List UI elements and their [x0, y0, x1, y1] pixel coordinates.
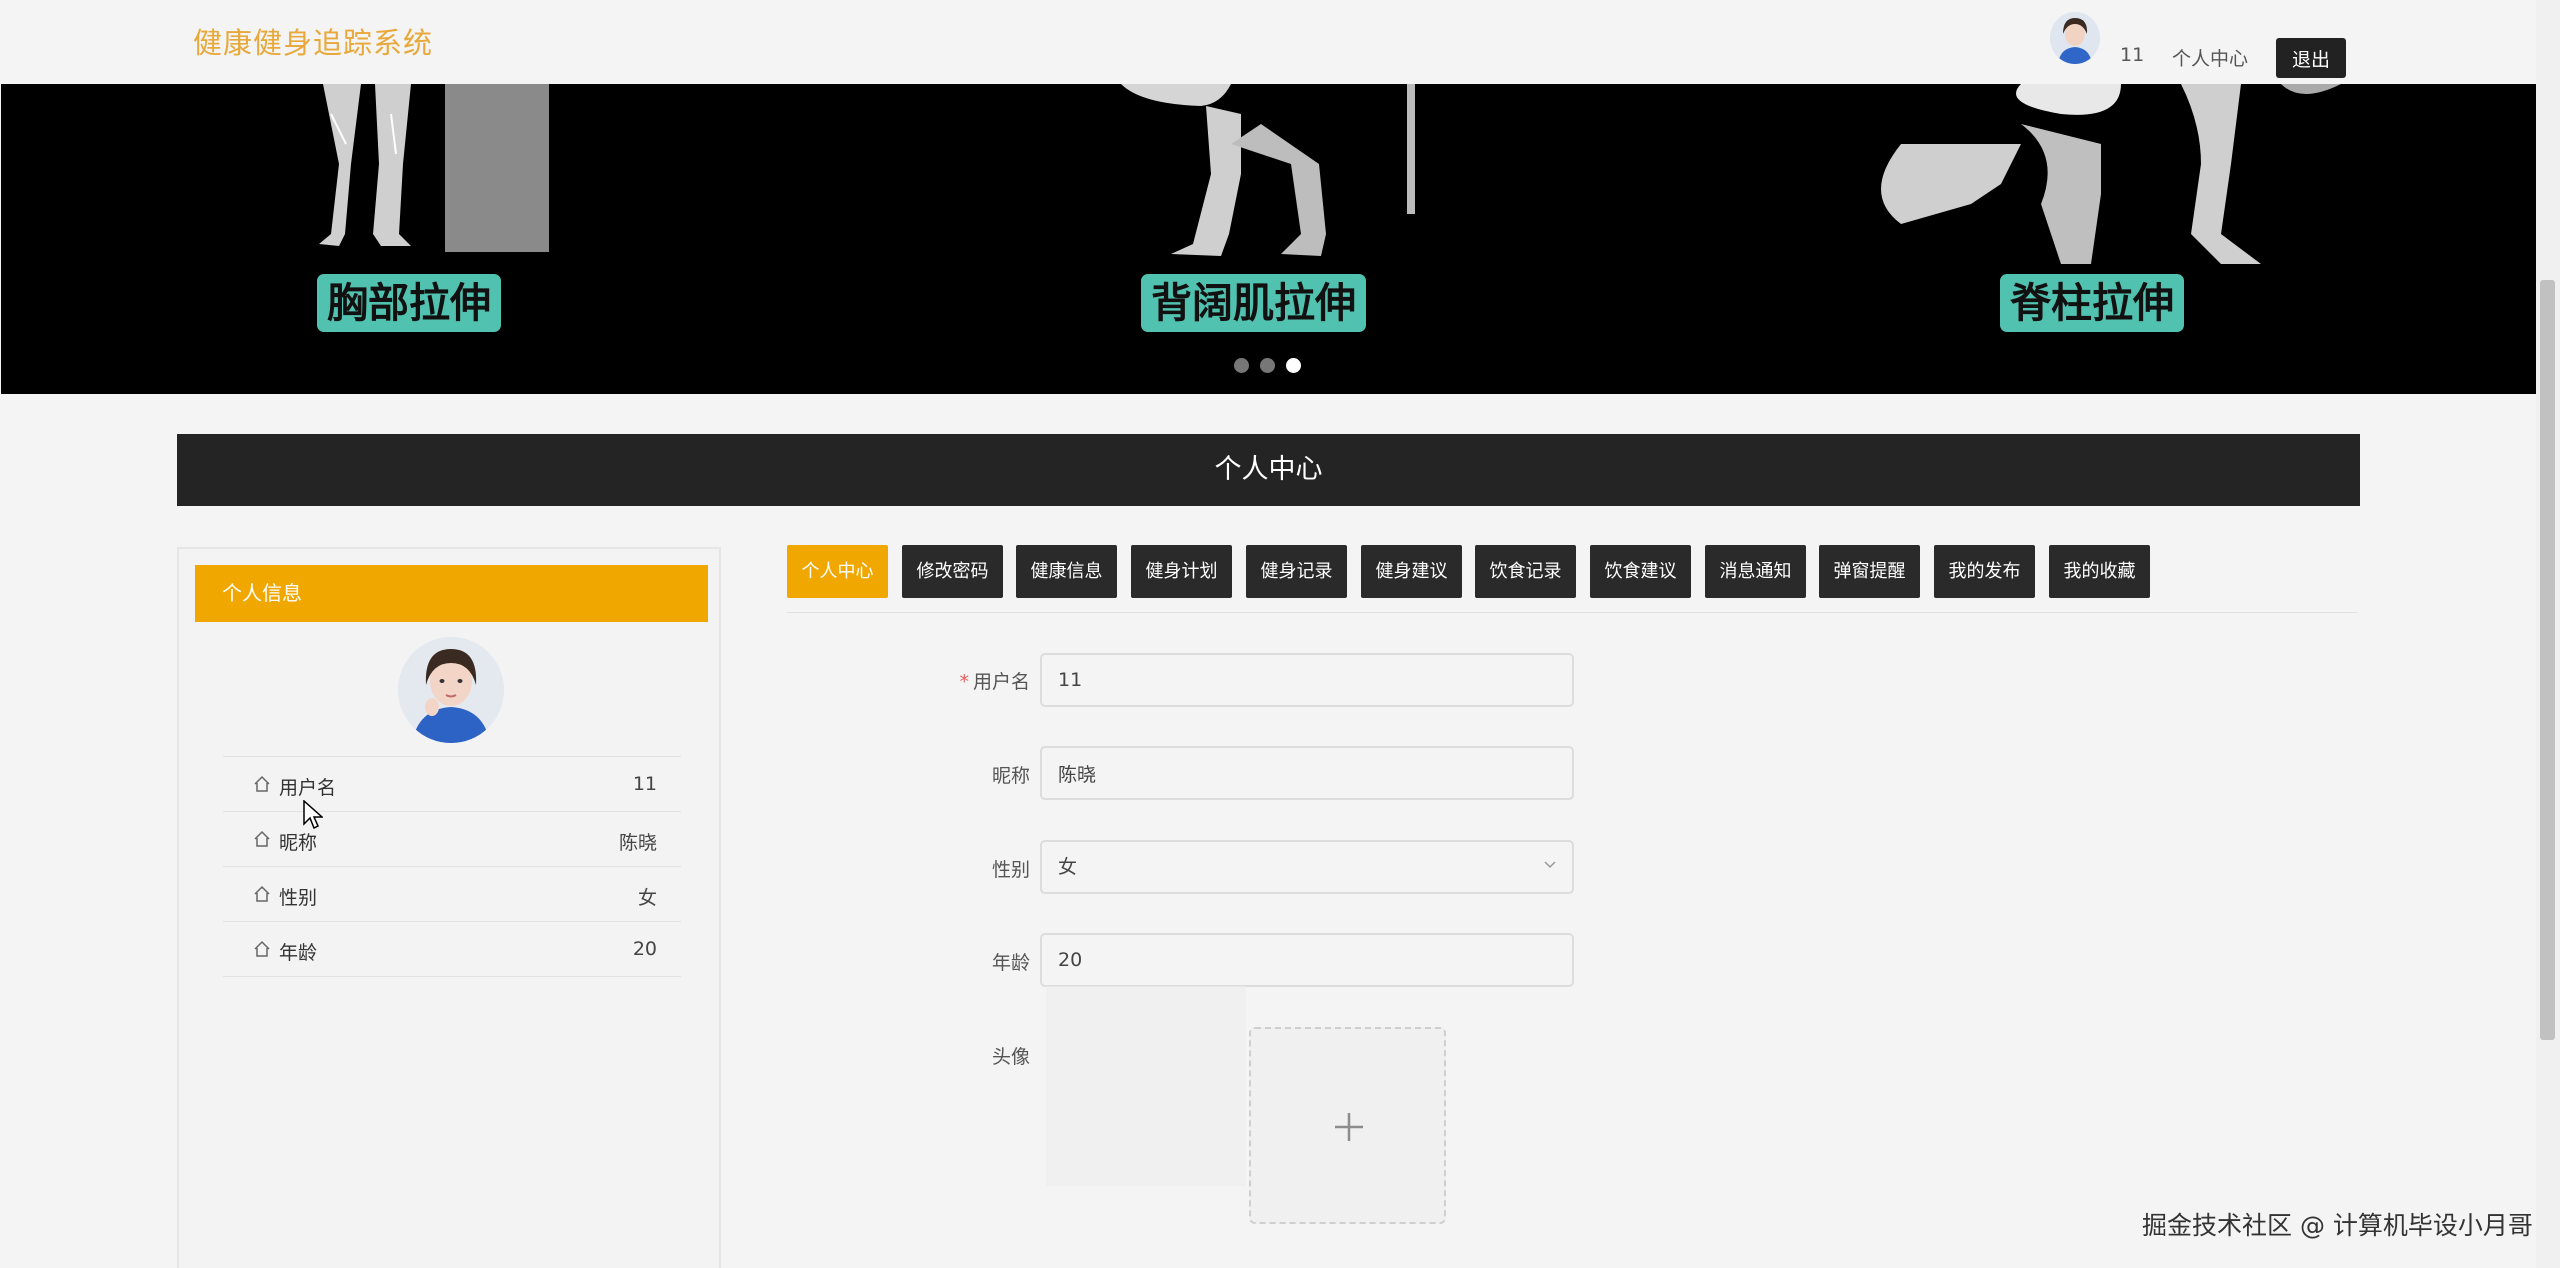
- lats-stretch-illustration-icon: [1121, 84, 1415, 256]
- tab-change-password[interactable]: 修改密码: [902, 545, 1003, 598]
- carousel-dot-2[interactable]: [1260, 358, 1275, 373]
- profile-value-age: 20: [632, 938, 657, 960]
- profile-row-gender: 性别 女: [223, 866, 681, 921]
- plus-icon: [1335, 1113, 1363, 1141]
- tab-my-posts[interactable]: 我的发布: [1934, 545, 2035, 598]
- home-icon: [254, 775, 270, 792]
- tab-my-favorites[interactable]: 我的收藏: [2049, 545, 2150, 598]
- header-username: 11: [2120, 44, 2145, 66]
- profile-value-username: 11: [632, 773, 657, 795]
- chest-stretch-illustration-icon: [319, 84, 549, 252]
- site-brand[interactable]: 健康健身追踪系统: [193, 20, 433, 62]
- carousel-indicators: [1234, 358, 1312, 377]
- home-icon: [254, 885, 270, 902]
- personal-center-link[interactable]: 个人中心: [2172, 44, 2248, 71]
- carousel-slide-spine: 脊柱拉伸: [1501, 84, 2536, 394]
- tab-popup-reminder[interactable]: 弹窗提醒: [1819, 545, 1920, 598]
- nickname-field[interactable]: [1040, 746, 1574, 800]
- username-field[interactable]: [1040, 653, 1574, 707]
- carousel-slide-lats: 背阔肌拉伸: [701, 84, 1501, 394]
- username-label-text: 用户名: [972, 671, 1030, 693]
- spine-stretch-illustration-icon: [1881, 84, 2341, 264]
- avatar-preview-ghost: [1046, 986, 1246, 1186]
- user-avatar[interactable]: [2050, 12, 2100, 64]
- tab-notifications[interactable]: 消息通知: [1705, 545, 1806, 598]
- age-field[interactable]: [1040, 933, 1574, 987]
- avatar-portrait-icon: [2050, 12, 2100, 64]
- page-title: 个人中心: [177, 434, 2360, 506]
- exercise-label-spine: 脊柱拉伸: [2000, 274, 2184, 332]
- profile-row-username: 用户名 11: [223, 756, 681, 811]
- profile-value-nickname: 陈晓: [618, 832, 657, 854]
- exercise-label-lats: 背阔肌拉伸: [1141, 274, 1366, 332]
- hero-carousel[interactable]: 胸部拉伸 背阔肌拉伸 脊柱拉伸: [1, 84, 2536, 394]
- gender-selected-value: 女: [1058, 856, 1078, 878]
- home-icon: [254, 940, 270, 957]
- tab-personal-center[interactable]: 个人中心: [787, 545, 888, 598]
- carousel-dot-1[interactable]: [1234, 358, 1249, 373]
- tab-diet-advice[interactable]: 饮食建议: [1590, 545, 1691, 598]
- tab-health-info[interactable]: 健康信息: [1016, 545, 1117, 598]
- nickname-label: 昵称: [991, 765, 1030, 787]
- profile-value-gender: 女: [637, 887, 657, 909]
- avatar-label: 头像: [991, 1046, 1030, 1068]
- avatar-upload-button[interactable]: [1249, 1027, 1446, 1224]
- tab-fitness-record[interactable]: 健身记录: [1246, 545, 1347, 598]
- watermark-text: 掘金技术社区 @ 计算机毕设小月哥: [2142, 1211, 2533, 1240]
- profile-row-nickname: 昵称 陈晓: [223, 811, 681, 866]
- gender-label: 性别: [991, 859, 1030, 881]
- scrollbar-thumb[interactable]: [2540, 280, 2555, 1040]
- profile-label-nickname: 昵称: [279, 832, 318, 854]
- top-header: 健康健身追踪系统 11 个人中心 退出: [0, 0, 2536, 84]
- username-label: * 用户名: [870, 667, 1030, 694]
- profile-info-list: 用户名 11 昵称 陈晓 性别 女 年龄 20: [223, 756, 681, 977]
- tab-fitness-advice[interactable]: 健身建议: [1361, 545, 1462, 598]
- chevron-down-icon: [1544, 861, 1556, 869]
- home-icon: [254, 830, 270, 847]
- gender-select[interactable]: 女: [1040, 840, 1574, 894]
- profile-label-age: 年龄: [279, 942, 318, 964]
- profile-avatar: [398, 637, 504, 743]
- logout-button[interactable]: 退出: [2276, 38, 2346, 78]
- tabs-divider: [787, 612, 2358, 613]
- avatar-portrait-icon: [398, 637, 504, 743]
- carousel-slide-chest: 胸部拉伸: [1, 84, 701, 394]
- tab-fitness-plan[interactable]: 健身计划: [1131, 545, 1232, 598]
- profile-card: 个人信息 用户名 11 昵称 陈晓 性别 女 年龄 20: [177, 547, 721, 1268]
- page-scrollbar[interactable]: [2536, 0, 2560, 1268]
- profile-row-age: 年龄 20: [223, 921, 681, 977]
- tab-diet-record[interactable]: 饮食记录: [1475, 545, 1576, 598]
- required-mark: *: [959, 671, 969, 693]
- profile-label-gender: 性别: [279, 887, 318, 909]
- age-label: 年龄: [991, 952, 1030, 974]
- profile-card-title: 个人信息: [195, 565, 708, 622]
- exercise-label-chest: 胸部拉伸: [317, 274, 501, 332]
- carousel-dot-3[interactable]: [1286, 358, 1301, 373]
- profile-label-username: 用户名: [279, 777, 337, 799]
- mouse-cursor-icon: [303, 800, 323, 830]
